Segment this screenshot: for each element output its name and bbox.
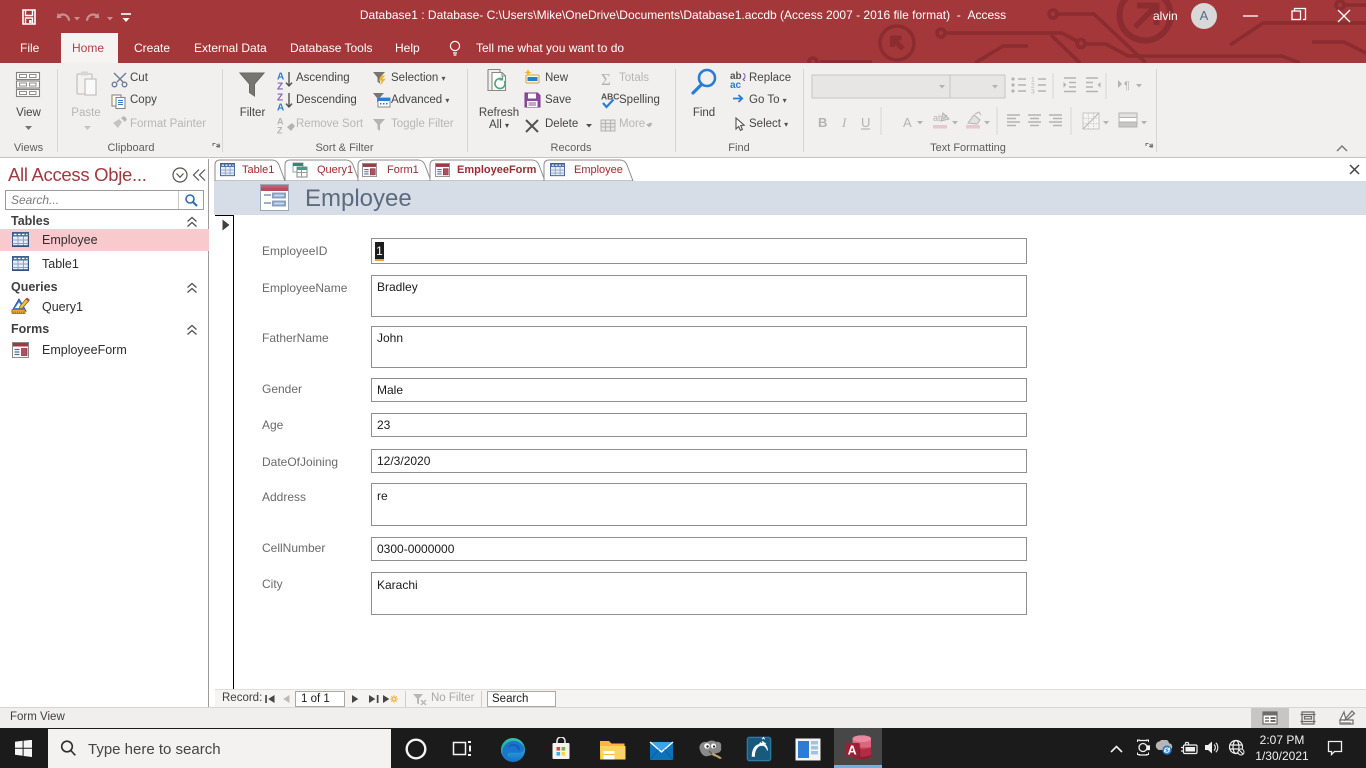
svg-text:A: A (848, 744, 857, 758)
svg-text:¶: ¶ (1124, 80, 1130, 92)
svg-text:Z: Z (277, 126, 283, 136)
svg-text:3: 3 (1031, 89, 1035, 96)
svg-text:ac: ac (730, 80, 742, 91)
svg-text:B: B (818, 115, 827, 130)
svg-text:ABC: ABC (601, 92, 619, 102)
svg-text:Z: Z (277, 82, 283, 93)
svg-text:A: A (903, 115, 912, 130)
svg-text:U: U (861, 115, 870, 130)
svg-text:Σ: Σ (601, 70, 611, 89)
svg-text:I: I (841, 115, 847, 130)
